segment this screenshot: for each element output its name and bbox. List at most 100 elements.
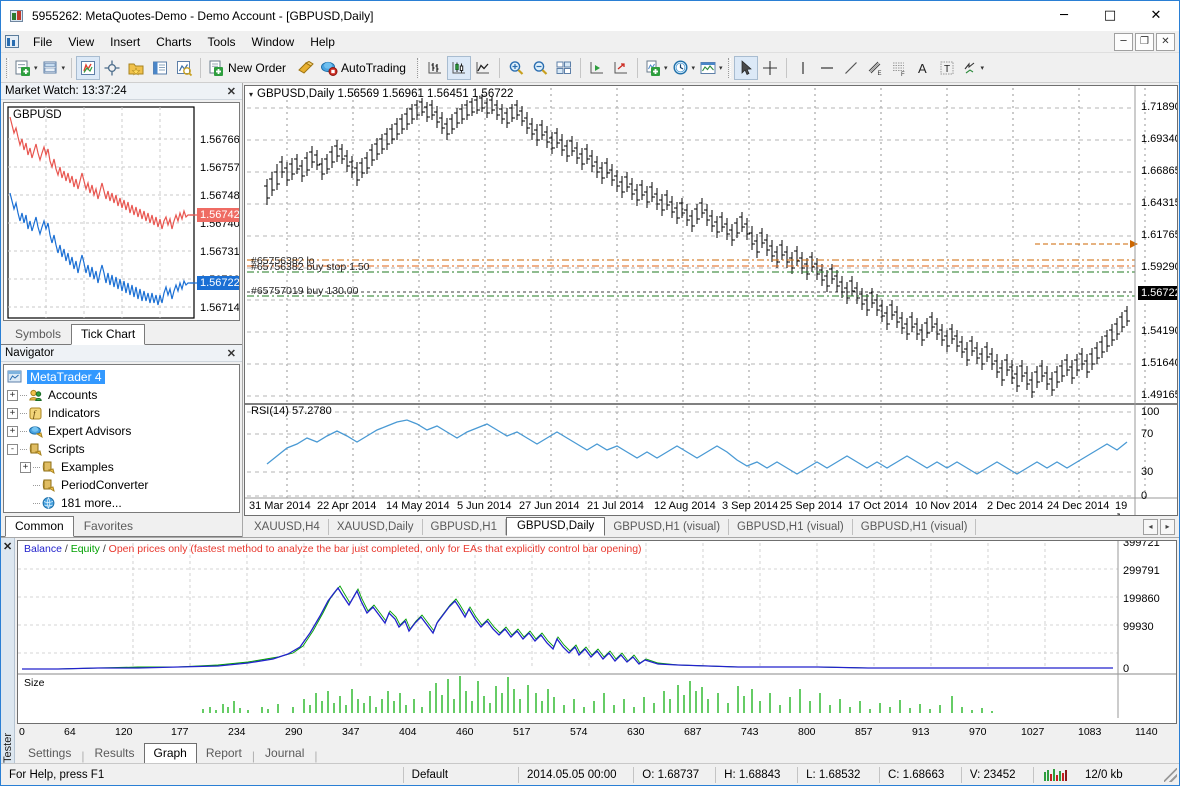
vertical-line-tool-button[interactable] <box>791 56 815 80</box>
zoom-out-button[interactable] <box>528 56 552 80</box>
price-chart[interactable]: ▾ GBPUSD,Daily 1.56569 1.56961 1.56451 1… <box>244 85 1178 516</box>
expand-toggle[interactable]: + <box>7 426 18 437</box>
maximize-button[interactable]: □ <box>1087 1 1133 31</box>
chevron-down-icon[interactable]: ▾ <box>979 64 985 72</box>
connection-status-icon[interactable] <box>1033 767 1077 783</box>
chart-tab-xauusd-daily[interactable]: XAUUSD,Daily <box>329 519 423 535</box>
crosshair-tool-button[interactable] <box>758 56 782 80</box>
toolbar-grip[interactable] <box>417 58 420 78</box>
chevron-down-icon[interactable]: ▾ <box>717 64 723 72</box>
tester-tab-settings[interactable]: Settings <box>19 744 80 763</box>
minimize-button[interactable]: ─ <box>1041 1 1087 31</box>
tab-favorites[interactable]: Favorites <box>74 516 143 536</box>
menu-item-charts[interactable]: Charts <box>148 32 199 52</box>
strategy-tester-button[interactable] <box>172 56 196 80</box>
nav-item-indicators[interactable]: + f Indicators <box>7 404 239 422</box>
menu-item-file[interactable]: File <box>25 32 60 52</box>
nav-item-expert-advisors[interactable]: + Expert Advisors <box>7 422 239 440</box>
chevron-down-icon[interactable]: ▾ <box>60 64 66 72</box>
chevron-down-icon[interactable]: ▾ <box>662 64 668 72</box>
mdi-minimize-button[interactable]: ─ <box>1114 33 1133 51</box>
nav-item-periodconverter[interactable]: PeriodConverter <box>7 476 239 494</box>
tester-tab-graph[interactable]: Graph <box>144 743 197 764</box>
templates-button[interactable]: ▾ <box>697 56 725 80</box>
tester-tab-results[interactable]: Results <box>85 744 143 763</box>
equidistant-channel-tool-button[interactable]: E <box>863 56 887 80</box>
chart-tab-gbpusd-h1-visual-3[interactable]: GBPUSD,H1 (visual) <box>853 519 977 535</box>
menu-item-help[interactable]: Help <box>302 32 343 52</box>
chart-tab-scroll-left-button[interactable]: ◂ <box>1143 519 1158 535</box>
fibonacci-tool-button[interactable]: F <box>887 56 911 80</box>
new-order-button[interactable]: New Order <box>205 56 294 80</box>
menu-item-insert[interactable]: Insert <box>102 32 148 52</box>
tab-tick-chart[interactable]: Tick Chart <box>71 324 145 345</box>
mdi-close-button[interactable]: ✕ <box>1156 33 1175 51</box>
nav-item-scripts[interactable]: - Scripts <box>7 440 239 458</box>
new-chart-button[interactable]: ▾ <box>12 56 40 80</box>
navigator-button[interactable] <box>124 56 148 80</box>
toolbar-grip[interactable] <box>728 58 731 78</box>
menu-item-tools[interactable]: Tools <box>200 32 244 52</box>
tester-graph[interactable]: Balance / Equity / Open prices only (fas… <box>17 540 1177 724</box>
chevron-down-icon[interactable]: ▾ <box>32 64 38 72</box>
chart-tab-gbpusd-h1-visual-2[interactable]: GBPUSD,H1 (visual) <box>729 519 853 535</box>
bar-chart-button[interactable] <box>423 56 447 80</box>
expand-toggle[interactable]: + <box>20 462 31 473</box>
expand-toggle[interactable]: + <box>7 408 18 419</box>
text-label-tool-button[interactable]: T <box>935 56 959 80</box>
tick-chart-canvas[interactable]: GBPUSD 1.56766 1.56757 1.56748 1.56740 1… <box>3 102 240 321</box>
cursor-tool-button[interactable] <box>734 56 758 80</box>
resize-grip[interactable] <box>1164 768 1177 782</box>
navigator-close-icon[interactable]: ✕ <box>227 347 238 360</box>
horizontal-line-icon <box>818 59 836 77</box>
trendline-tool-button[interactable] <box>839 56 863 80</box>
chevron-down-icon[interactable]: ▾ <box>690 64 696 72</box>
legend-balance: Balance <box>24 543 62 555</box>
nav-label: Expert Advisors <box>48 424 131 438</box>
tab-common[interactable]: Common <box>5 516 74 537</box>
data-window-button[interactable] <box>100 56 124 80</box>
indicators-button[interactable]: ▾ <box>642 56 670 80</box>
candlestick-chart-button[interactable] <box>447 56 471 80</box>
chevron-down-icon[interactable]: ▾ <box>249 90 253 99</box>
chart-tab-scroll-right-button[interactable]: ▸ <box>1160 519 1175 535</box>
line-chart-button[interactable] <box>471 56 495 80</box>
tab-symbols[interactable]: Symbols <box>5 324 71 344</box>
menu-item-view[interactable]: View <box>60 32 102 52</box>
tester-close-icon[interactable]: ✕ <box>3 540 12 553</box>
chart-tab-gbpusd-daily[interactable]: GBPUSD,Daily <box>506 517 605 536</box>
navigator-tree-container[interactable]: MetaTrader 4 + <box>3 364 240 513</box>
nav-item-examples[interactable]: + Examples <box>7 458 239 476</box>
collapse-toggle[interactable]: - <box>7 444 18 455</box>
market-watch-button[interactable] <box>76 56 100 80</box>
shift-end-button[interactable] <box>585 56 609 80</box>
profiles-button[interactable]: ▾ <box>40 56 68 80</box>
horizontal-line-tool-button[interactable] <box>815 56 839 80</box>
chart-tabs: XAUUSD,H4 XAUUSD,Daily GBPUSD,H1 GBPUSD,… <box>243 516 1179 537</box>
chart-tab-gbpusd-h1[interactable]: GBPUSD,H1 <box>423 519 506 535</box>
text-tool-button[interactable]: A <box>911 56 935 80</box>
autotrading-button[interactable]: AutoTrading <box>318 56 414 80</box>
channel-icon: E <box>866 59 884 77</box>
zoom-in-button[interactable] <box>504 56 528 80</box>
chart-tab-xauusd-h4[interactable]: XAUUSD,H4 <box>246 519 329 535</box>
terminal-button[interactable] <box>148 56 172 80</box>
tile-windows-button[interactable] <box>552 56 576 80</box>
window-title: 5955262: MetaQuotes-Demo - Demo Account … <box>32 9 1041 23</box>
timeframes-button[interactable]: ▾ <box>670 56 698 80</box>
tester-tab-report[interactable]: Report <box>197 744 251 763</box>
toolbar-grip[interactable] <box>6 58 9 78</box>
metaeditor-button[interactable] <box>294 56 318 80</box>
tester-tab-journal[interactable]: Journal <box>256 744 313 763</box>
chart-tab-gbpusd-h1-visual-1[interactable]: GBPUSD,H1 (visual) <box>605 519 729 535</box>
nav-item-more[interactable]: 181 more... <box>7 494 239 512</box>
expand-toggle[interactable]: + <box>7 390 18 401</box>
mdi-restore-button[interactable]: ❐ <box>1135 33 1154 51</box>
auto-scroll-button[interactable] <box>609 56 633 80</box>
market-watch-close-icon[interactable]: ✕ <box>227 85 238 98</box>
menu-item-window[interactable]: Window <box>244 32 303 52</box>
arrows-tool-button[interactable]: ▾ <box>959 56 987 80</box>
nav-item-accounts[interactable]: + Accounts <box>7 386 239 404</box>
nav-item-metatrader4[interactable]: MetaTrader 4 <box>7 368 239 386</box>
close-button[interactable]: ✕ <box>1133 1 1179 31</box>
